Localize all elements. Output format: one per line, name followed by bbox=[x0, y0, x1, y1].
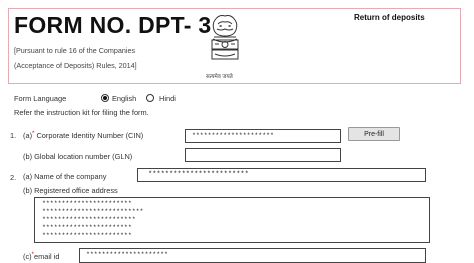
national-emblem-icon bbox=[211, 15, 239, 60]
email-label-prefix: (c) bbox=[23, 252, 32, 261]
emblem-caption: सत्यमेव जयते bbox=[206, 74, 233, 80]
address-line-5: *********************** bbox=[42, 232, 132, 239]
radio-selected-dot bbox=[103, 96, 107, 100]
address-line-4: *********************** bbox=[42, 224, 132, 231]
gln-input[interactable] bbox=[185, 148, 341, 162]
email-input[interactable]: ********************* bbox=[79, 248, 426, 263]
cin-label-text: Corporate Identity Number (CIN) bbox=[36, 131, 144, 140]
cin-label-prefix: (a) bbox=[23, 131, 33, 140]
prefill-button[interactable]: Pre-fill bbox=[348, 127, 400, 141]
return-title: Return of deposits bbox=[354, 13, 425, 22]
hindi-radio[interactable] bbox=[146, 94, 154, 102]
hindi-radio-label: Hindi bbox=[159, 94, 176, 103]
instruction-text: Refer the instruction kit for filing the… bbox=[14, 108, 149, 117]
pursuant-line-2: (Acceptance of Deposits) Rules, 2014] bbox=[14, 61, 137, 70]
email-label: (c)*email id bbox=[23, 252, 59, 261]
address-line-2: ************************** bbox=[42, 208, 144, 215]
english-radio-label: English bbox=[112, 94, 137, 103]
company-name-label: (a) Name of the company bbox=[23, 172, 107, 181]
cin-label: (a)* Corporate Identity Number (CIN) bbox=[23, 131, 143, 140]
english-radio[interactable] bbox=[101, 94, 109, 102]
address-line-1: *********************** bbox=[42, 200, 132, 207]
address-line-3: ************************ bbox=[42, 216, 136, 223]
registered-office-textarea[interactable]: *********************** ****************… bbox=[34, 197, 430, 243]
cin-input[interactable]: ********************* bbox=[185, 129, 341, 143]
registered-office-label: (b) Registered office address bbox=[23, 186, 118, 195]
form-language-label: Form Language bbox=[14, 94, 67, 103]
pursuant-text: [Pursuant to rule 16 of the Companies (A… bbox=[14, 43, 137, 73]
gln-label: (b) Global location number (GLN) bbox=[23, 152, 133, 161]
pursuant-line-1: [Pursuant to rule 16 of the Companies bbox=[14, 46, 136, 55]
section-2-number: 2. bbox=[10, 173, 17, 182]
email-label-text: email id bbox=[33, 252, 60, 261]
company-name-input[interactable]: ************************ bbox=[137, 168, 426, 182]
cin-required-mark: * bbox=[32, 131, 35, 137]
section-1-number: 1. bbox=[10, 131, 17, 140]
form-title: FORM NO. DPT- 3 bbox=[14, 12, 212, 38]
